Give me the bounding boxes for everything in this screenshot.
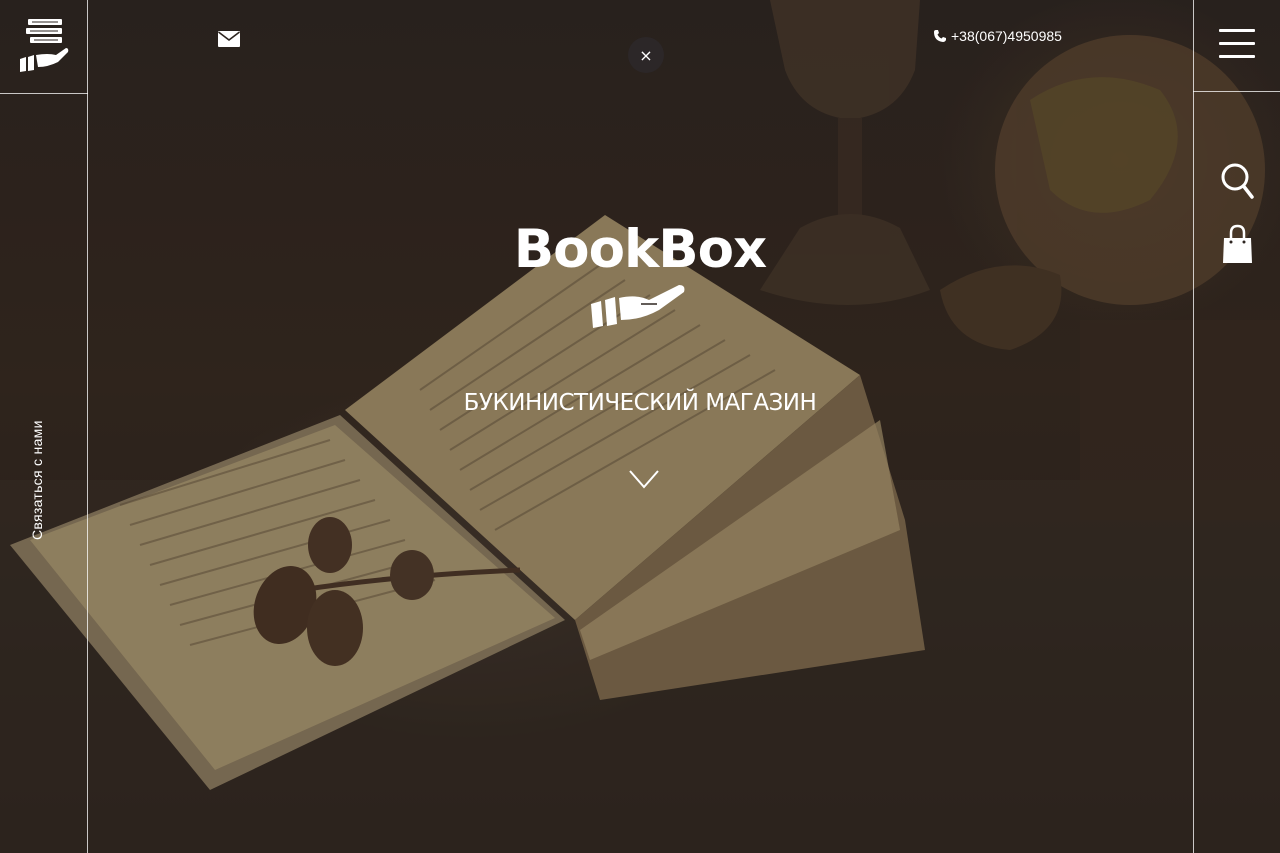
close-button[interactable]: × [628,37,664,73]
tagline: БУКИНИСТИЧЕСКИЙ МАГАЗИН [463,390,817,416]
brand-title: BookBox [513,219,767,280]
search-icon[interactable] [1220,162,1254,200]
phone-number: +38(067)4950985 [951,28,1062,44]
dark-overlay [0,0,1280,853]
shopping-bag-icon[interactable] [1222,224,1253,264]
chevron-down-icon[interactable] [627,466,661,492]
envelope-icon[interactable] [218,30,240,48]
left-divider [87,0,88,853]
right-header-divider [1193,91,1280,92]
left-header-divider [0,93,88,94]
books-on-hand-icon[interactable] [18,17,70,75]
hamburger-menu-icon[interactable] [1219,29,1255,61]
hero-screen: × +38(067)4950985 Связаться с нами BookB… [0,0,1280,853]
hand-with-books-icon [591,285,685,328]
right-divider [1193,0,1194,853]
phone-icon [934,30,946,42]
contact-us-link[interactable]: Связаться с нами [29,420,45,540]
phone-link[interactable]: +38(067)4950985 [933,26,1062,46]
